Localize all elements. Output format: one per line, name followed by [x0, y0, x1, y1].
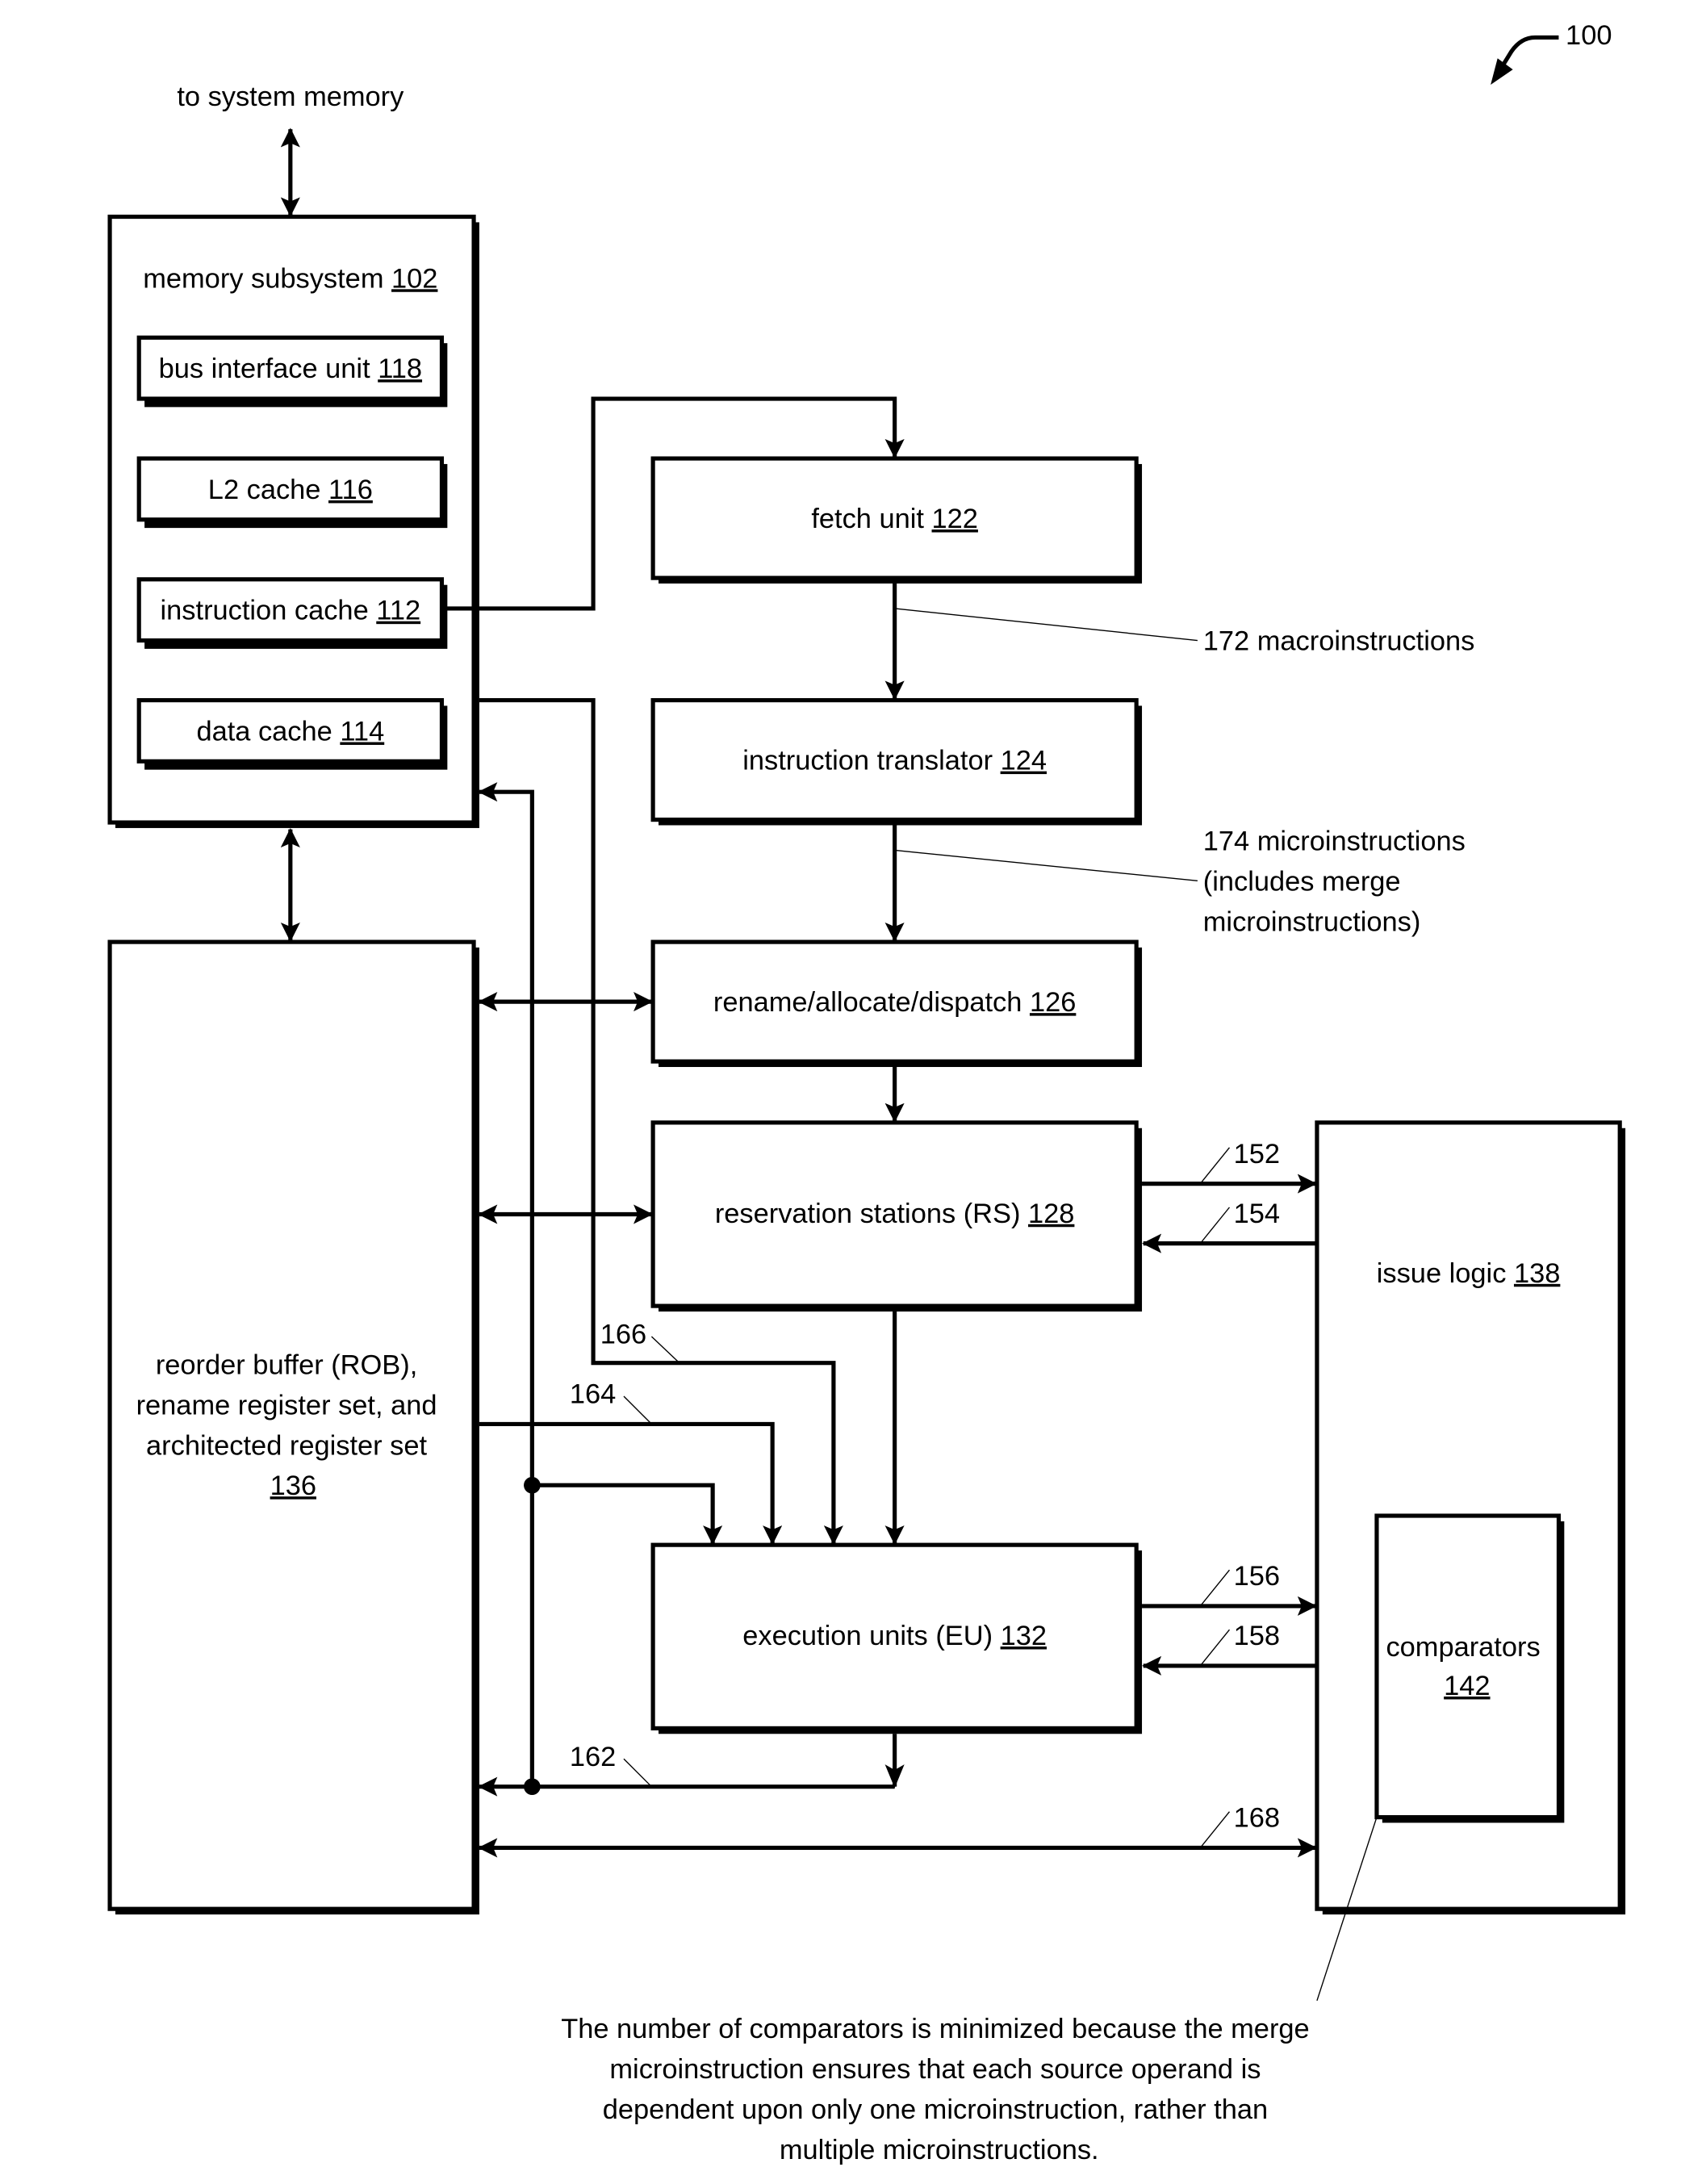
instruction-cache-block: instruction cache 112	[136, 577, 448, 649]
label-166: 166	[600, 1320, 646, 1350]
macroinstructions-leader	[894, 608, 1198, 642]
reservation-stations-block: reservation stations (RS) 128	[650, 1120, 1143, 1312]
execution-units-label: execution units (EU) 132	[742, 1621, 1047, 1651]
figure-ref-arrowhead	[1491, 58, 1513, 86]
l2-cache-label: L2 cache 116	[208, 475, 373, 505]
label-168-leader	[1199, 1811, 1231, 1848]
rename-allocate-dispatch-label: rename/allocate/dispatch 126	[713, 987, 1076, 1018]
instruction-translator-block: instruction translator 124	[650, 697, 1143, 826]
forward-to-eu-wire	[532, 1483, 723, 1546]
data-cache-block: data cache 114	[136, 697, 448, 770]
label-158: 158	[1234, 1621, 1280, 1651]
label-154-leader	[1199, 1207, 1231, 1245]
figure-ref-arrow-icon	[1498, 35, 1559, 71]
instruction-translator-label: instruction translator 124	[742, 746, 1047, 776]
label-162-leader	[623, 1758, 652, 1788]
bus-interface-unit-label: bus interface unit 118	[159, 354, 422, 384]
figure-ref-label: 100	[1566, 20, 1612, 51]
bus-interface-unit-block: bus interface unit 118	[136, 335, 448, 408]
label-156: 156	[1234, 1561, 1280, 1592]
fetch-unit-label: fetch unit 122	[811, 504, 978, 534]
execution-units-block: execution units (EU) 132	[650, 1542, 1143, 1734]
processor-block-diagram: 100 to system memory memory subsystem 10…	[107, 20, 1626, 2165]
label-152-leader	[1199, 1147, 1231, 1185]
reservation-stations-label: reservation stations (RS) 128	[715, 1199, 1075, 1229]
issue-logic-label: issue logic 138	[1377, 1258, 1561, 1289]
figure-ref-100: 100	[1491, 20, 1612, 86]
label-154: 154	[1234, 1199, 1280, 1229]
label-158-leader	[1199, 1629, 1231, 1667]
label-164: 164	[570, 1379, 616, 1410]
data-cache-label: data cache 114	[196, 716, 384, 747]
junction-dot-result	[524, 1778, 541, 1796]
label-152: 152	[1234, 1139, 1280, 1169]
microinstructions-label: 174 microinstructions (includes merge mi…	[1203, 826, 1474, 937]
fetch-unit-block: fetch unit 122	[650, 456, 1143, 584]
l2-cache-block: L2 cache 116	[136, 456, 448, 529]
instruction-cache-label: instruction cache 112	[161, 596, 421, 626]
label-162: 162	[570, 1742, 616, 1772]
macroinstructions-label: 172 macroinstructions	[1203, 626, 1475, 657]
rename-allocate-dispatch-block: rename/allocate/dispatch 126	[650, 939, 1143, 1068]
comparators-note: The number of comparators is minimized b…	[561, 2014, 1317, 2165]
label-168: 168	[1234, 1803, 1280, 1834]
comparators-block: comparators 142	[1374, 1513, 1565, 1823]
label-156-leader	[1199, 1569, 1231, 1607]
microinstructions-leader	[894, 849, 1198, 882]
system-memory-label: to system memory	[177, 82, 404, 112]
rob-block: reorder buffer (ROB), rename register se…	[107, 939, 479, 1915]
memory-subsystem-label: memory subsystem 102	[143, 263, 437, 294]
label-164-leader	[623, 1395, 652, 1425]
result-forward-vertical-wire	[478, 782, 534, 1787]
label-166-leader	[650, 1336, 680, 1364]
